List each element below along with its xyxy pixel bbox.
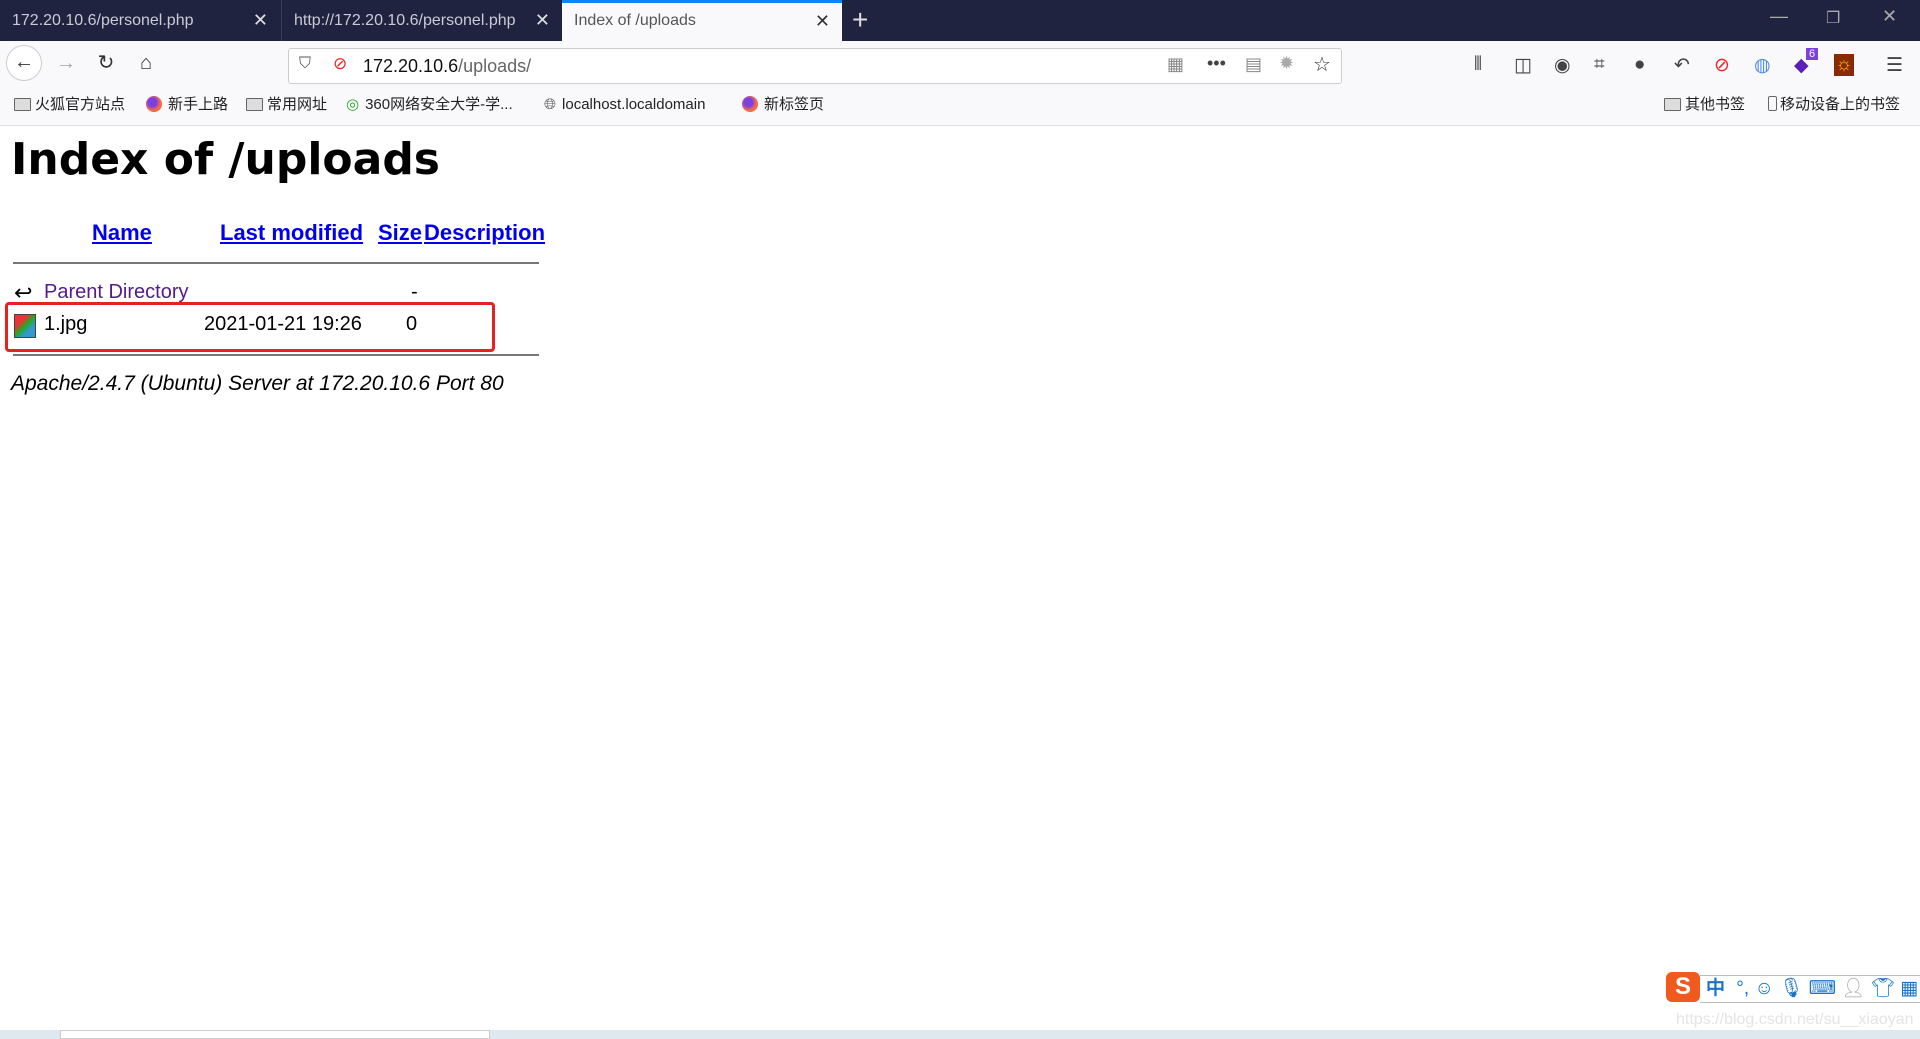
sort-size-link[interactable]: Size	[378, 220, 422, 246]
other-bookmarks[interactable]: 其他书签	[1664, 84, 1745, 126]
keyboard-icon[interactable]: ⌨	[1809, 978, 1836, 999]
tab-personel-2[interactable]: http://172.20.10.6/personel.php ✕	[281, 0, 562, 41]
ime-punct-toggle[interactable]: °,	[1736, 978, 1749, 999]
divider	[13, 354, 539, 356]
phone-icon	[1768, 96, 1777, 111]
back-button[interactable]: ←	[6, 45, 42, 81]
highlight-box	[5, 302, 495, 352]
bookmark-item[interactable]: ◎ 360网络安全大学-学...	[346, 84, 513, 126]
folder-icon	[1664, 98, 1681, 111]
horizontal-scrollbar[interactable]	[60, 1030, 490, 1039]
crop-icon[interactable]: ⌗	[1594, 54, 1605, 76]
sort-modified-link[interactable]: Last modified	[220, 220, 363, 246]
home-button[interactable]: ⌂	[130, 47, 162, 79]
url-text[interactable]: 172.20.10.6/uploads/	[363, 56, 531, 77]
ime-toolbar: 中 °, ☺ 🎙︎ ⌨ 👤︎ 👕︎ ▦	[1700, 975, 1920, 1003]
download-icon[interactable]: ▤	[1245, 54, 1262, 75]
new-tab-button[interactable]: +	[852, 4, 868, 36]
sort-name-link[interactable]: Name	[92, 220, 152, 246]
folder-icon	[14, 98, 31, 111]
library-icon[interactable]: ⫴	[1474, 54, 1482, 76]
globe-vpn-icon[interactable]: ◍	[1754, 54, 1771, 77]
forward-button[interactable]: →	[50, 47, 82, 79]
block-icon[interactable]: ⊘	[1714, 54, 1730, 77]
bookmark-star-icon[interactable]: ☆	[1313, 52, 1331, 77]
bookmark-item[interactable]: 火狐官方站点	[14, 84, 125, 126]
sun-extension-icon[interactable]: ☼	[1834, 54, 1854, 76]
close-tab-icon[interactable]: ✕	[535, 0, 550, 41]
skin-icon[interactable]: 👕︎	[1871, 978, 1895, 999]
tab-label: 172.20.10.6/personel.php	[12, 12, 194, 29]
firefox-icon	[742, 96, 758, 112]
url-bar[interactable]: ⛉ ⊘ 172.20.10.6/uploads/ ▦ ••• ▤ ✹ ☆	[288, 48, 1342, 84]
bookmark-item[interactable]: 新标签页	[742, 84, 824, 126]
close-window-button[interactable]: ✕	[1882, 6, 1897, 27]
mobile-bookmarks[interactable]: 移动设备上的书签	[1768, 84, 1900, 126]
server-footer: Apache/2.4.7 (Ubuntu) Server at 172.20.1…	[11, 372, 504, 395]
bookmarks-bar: 火狐官方站点 新手上路 常用网址 ◎ 360网络安全大学-学... 🌐︎ local…	[0, 84, 1920, 126]
firefox-icon	[146, 96, 162, 112]
undo-icon[interactable]: ↶	[1674, 54, 1690, 77]
globe-icon: 🌐︎	[544, 96, 557, 113]
divider	[13, 262, 539, 264]
360-icon: ◎	[346, 96, 360, 113]
page-title: Index of /uploads	[11, 134, 440, 185]
tab-index-uploads[interactable]: Index of /uploads ✕	[562, 0, 842, 41]
size-cell: -	[411, 281, 418, 303]
minimize-button[interactable]: —	[1770, 6, 1788, 27]
tab-bar: 172.20.10.6/personel.php ✕ http://172.20.…	[0, 0, 1920, 41]
shield-icon[interactable]: ⛉	[299, 55, 311, 73]
qr-code-icon[interactable]: ▦	[1167, 54, 1184, 75]
extension-icon[interactable]: ◆ 6	[1794, 48, 1819, 77]
more-actions-icon[interactable]: •••	[1207, 53, 1226, 74]
close-tab-icon[interactable]: ✕	[815, 3, 830, 39]
parent-directory-link[interactable]: Parent Directory	[44, 281, 189, 304]
chat-icon[interactable]: ●	[1634, 54, 1645, 76]
bug-icon[interactable]: ✹	[1279, 53, 1294, 74]
grid-icon[interactable]: ▦	[1900, 978, 1918, 999]
bookmark-item[interactable]: 新手上路	[146, 84, 228, 126]
watermark: https://blog.csdn.net/su__xiaoyan	[1676, 1011, 1914, 1028]
ime-lang-toggle[interactable]: 中	[1706, 978, 1725, 999]
sogou-ime-icon[interactable]: S	[1666, 972, 1700, 1002]
emoji-icon[interactable]: ☺	[1754, 978, 1773, 999]
user-icon[interactable]: 👤︎	[1841, 978, 1865, 999]
tab-personel-1[interactable]: 172.20.10.6/personel.php ✕	[0, 0, 280, 41]
close-tab-icon[interactable]: ✕	[253, 0, 268, 41]
insecure-lock-icon[interactable]: ⊘	[333, 54, 347, 74]
tab-label: Index of /uploads	[574, 12, 696, 29]
folder-icon	[246, 98, 263, 111]
mic-icon[interactable]: 🎙︎	[1779, 978, 1803, 999]
account-icon[interactable]: ◉	[1554, 54, 1571, 77]
reload-button[interactable]: ↻	[90, 47, 122, 79]
menu-icon[interactable]: ☰	[1886, 54, 1903, 77]
tab-label: http://172.20.10.6/personel.php	[294, 12, 516, 29]
sort-description-link[interactable]: Description	[424, 220, 545, 246]
bookmark-item[interactable]: 常用网址	[246, 84, 327, 126]
restore-button[interactable]: ❐	[1826, 8, 1840, 28]
sidebar-icon[interactable]: ◫	[1514, 54, 1532, 77]
bookmark-item[interactable]: 🌐︎ localhost.localdomain	[544, 84, 705, 126]
